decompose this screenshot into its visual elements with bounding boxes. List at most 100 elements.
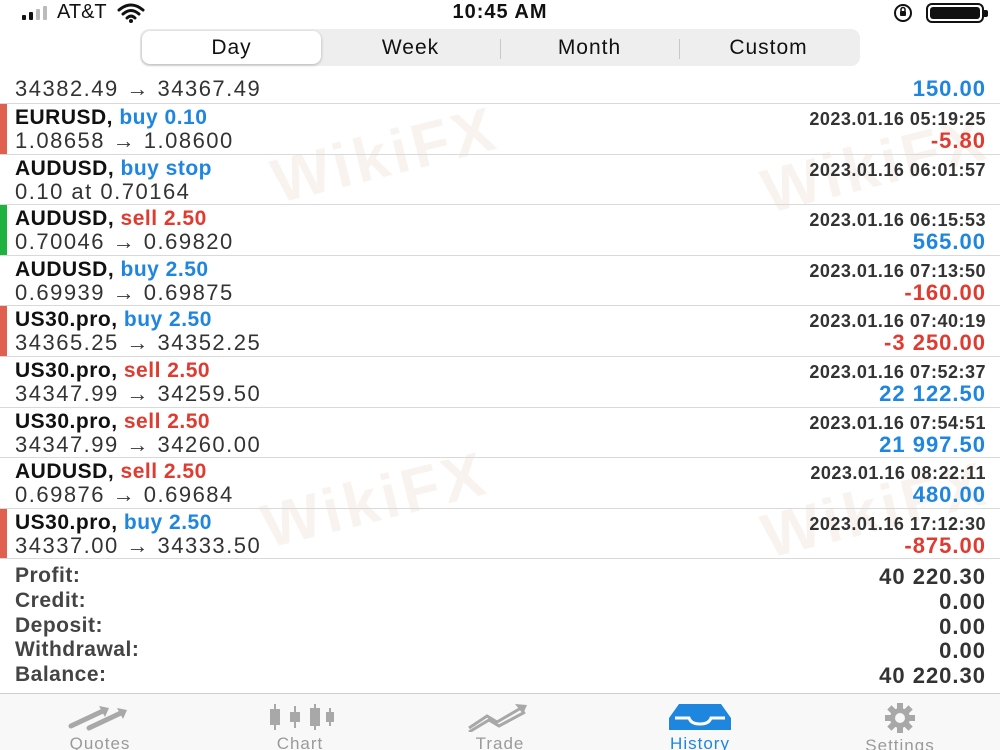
deal-time: 2023.01.16 17:12:30	[809, 513, 986, 534]
tab-label: Quotes	[69, 734, 131, 750]
period-tab-week[interactable]: Week	[321, 31, 500, 64]
history-row[interactable]: US30.pro, sell 2.50 34347.99 → 34260.00 20…	[0, 408, 1000, 459]
deal-prices: 34347.99 → 34260.00	[15, 431, 262, 457]
summary-label: Balance:	[15, 663, 107, 687]
deal-prices: 0.69939 → 0.69875	[15, 279, 234, 305]
history-inbox-icon	[665, 702, 735, 732]
clock: 10:45 AM	[452, 1, 548, 23]
loss-indicator-bar	[0, 306, 7, 356]
summary-row-profit: Profit: 40 220.30	[0, 564, 1000, 589]
history-row[interactable]: AUDUSD, sell 2.50 0.69876 → 0.69684 2023.0…	[0, 458, 1000, 509]
tab-quotes[interactable]: Quotes	[0, 694, 200, 750]
deal-symbol: US30.pro,	[15, 308, 118, 332]
deal-title: US30.pro, buy 2.50	[15, 308, 212, 332]
deal-prices: 34382.49 → 34367.49	[15, 76, 262, 101]
status-right	[892, 2, 988, 24]
deal-symbol: EURUSD,	[15, 106, 114, 129]
deal-profit: -160.00	[904, 279, 986, 305]
deal-action: sell 2.50	[123, 409, 211, 433]
deal-action: sell 2.50	[123, 358, 211, 382]
deal-prices: 0.70046 → 0.69820	[15, 229, 234, 255]
deal-symbol: US30.pro,	[15, 358, 118, 382]
summary-value: 0.00	[939, 613, 986, 639]
history-row[interactable]: AUDUSD, sell 2.50 0.70046 → 0.69820 2023.0…	[0, 205, 1000, 256]
deal-action: sell 2.50	[120, 207, 207, 231]
summary-value: 0.00	[939, 638, 986, 664]
orientation-lock-icon	[894, 4, 912, 22]
tab-label: Chart	[276, 734, 324, 750]
history-row[interactable]: AUDUSD, buy stop 0.10 at 0.70164 2023.01.1…	[0, 155, 1000, 206]
history-row[interactable]: AUDUSD, buy 2.50 0.69939 → 0.69875 2023.01…	[0, 256, 1000, 307]
gear-icon	[865, 702, 935, 734]
history-row[interactable]: US30.pro, sell 2.50 34347.99 → 34259.50 20…	[0, 357, 1000, 408]
deal-profit: -875.00	[904, 532, 986, 558]
deal-action: buy 2.50	[123, 510, 212, 534]
period-tab-custom[interactable]: Custom	[679, 31, 858, 64]
deal-title: US30.pro, sell 2.50	[15, 410, 210, 434]
deal-time: 2023.01.16 05:19:25	[809, 109, 986, 129]
deal-time: 2023.01.16 07:52:37	[809, 361, 986, 382]
history-row-partial[interactable]: 34382.49 → 34367.49 150.00	[0, 72, 1000, 104]
deal-title: US30.pro, sell 2.50	[15, 359, 210, 383]
deal-profit: 150.00	[912, 76, 986, 101]
deal-time: 2023.01.16 08:22:11	[810, 463, 986, 484]
period-tab-day[interactable]: Day	[142, 31, 321, 64]
account-summary: Profit: 40 220.30 Credit: 0.00 Deposit: 0.00 W…	[0, 564, 1000, 688]
deal-profit: 565.00	[912, 229, 986, 255]
deal-title: AUDUSD, buy stop	[15, 157, 212, 181]
deal-prices: 0.10 at 0.70164	[15, 178, 191, 204]
summary-label: Profit:	[15, 564, 81, 587]
summary-value: 40 220.30	[879, 663, 986, 689]
summary-row-balance: Balance: 40 220.30	[0, 663, 1000, 688]
deal-time: 2023.01.16 07:13:50	[809, 260, 986, 281]
history-row[interactable]: US30.pro, buy 2.50 34337.00 → 34333.50 202…	[0, 508, 1000, 560]
tab-label: Trade	[475, 734, 525, 750]
tab-chart[interactable]: Chart	[200, 694, 400, 750]
summary-label: Withdrawal:	[15, 638, 140, 662]
deal-title: AUDUSD, buy 2.50	[15, 258, 209, 282]
deal-symbol: AUDUSD,	[15, 156, 115, 180]
deal-symbol: AUDUSD,	[15, 257, 115, 281]
history-list: 34382.49 → 34367.49 150.00 EURUSD, buy 0…	[0, 72, 1000, 560]
deal-profit: -5.80	[930, 128, 986, 153]
summary-row-withdrawal: Withdrawal: 0.00	[0, 638, 1000, 663]
deal-title: AUDUSD, sell 2.50	[15, 460, 207, 484]
deal-profit: 21 997.50	[879, 431, 986, 457]
tab-label: History	[670, 734, 730, 750]
summary-row-credit: Credit: 0.00	[0, 589, 1000, 614]
tab-settings[interactable]: Settings	[800, 694, 1000, 750]
deal-profit: -3 250.00	[884, 330, 986, 356]
bottom-tab-bar: Quotes Chart Trade History Settings	[0, 693, 1000, 750]
summary-label: Deposit:	[15, 613, 103, 637]
battery-icon	[926, 3, 988, 23]
candlestick-icon	[265, 702, 335, 732]
deal-time: 2023.01.16 07:54:51	[809, 412, 986, 433]
trade-trend-icon	[465, 702, 535, 732]
summary-row-deposit: Deposit: 0.00	[0, 614, 1000, 639]
deal-action: buy 2.50	[123, 308, 212, 332]
summary-value: 0.00	[939, 588, 986, 614]
deal-title: AUDUSD, sell 2.50	[15, 207, 207, 231]
deal-action: buy 0.10	[119, 106, 208, 129]
status-bar: AT&T 10:45 AM	[0, 0, 1000, 26]
summary-label: Credit:	[15, 588, 87, 612]
loss-indicator-bar	[0, 104, 7, 154]
deal-prices: 34347.99 → 34259.50	[15, 380, 262, 406]
deal-title: US30.pro, buy 2.50	[15, 511, 212, 535]
deal-time: 2023.01.16 06:01:57	[809, 159, 986, 180]
tab-trade[interactable]: Trade	[400, 694, 600, 750]
history-row[interactable]: US30.pro, buy 2.50 34365.25 → 34352.25 202…	[0, 306, 1000, 357]
deal-symbol: US30.pro,	[15, 409, 118, 433]
tab-history[interactable]: History	[600, 694, 800, 750]
tab-label: Settings	[865, 736, 935, 750]
deal-symbol: AUDUSD,	[15, 460, 115, 484]
deal-prices: 34365.25 → 34352.25	[15, 330, 262, 356]
deal-action: buy stop	[120, 156, 213, 180]
deal-symbol: US30.pro,	[15, 510, 118, 534]
period-segmented-control: Day Week Month Custom	[140, 29, 860, 66]
period-tab-month[interactable]: Month	[500, 31, 679, 64]
deal-symbol: AUDUSD,	[15, 207, 115, 231]
deal-prices: 34337.00 → 34333.50	[15, 532, 262, 558]
history-row[interactable]: EURUSD, buy 0.10 1.08658 → 1.08600 2023.01…	[0, 104, 1000, 155]
deal-time: 2023.01.16 07:40:19	[809, 311, 986, 332]
